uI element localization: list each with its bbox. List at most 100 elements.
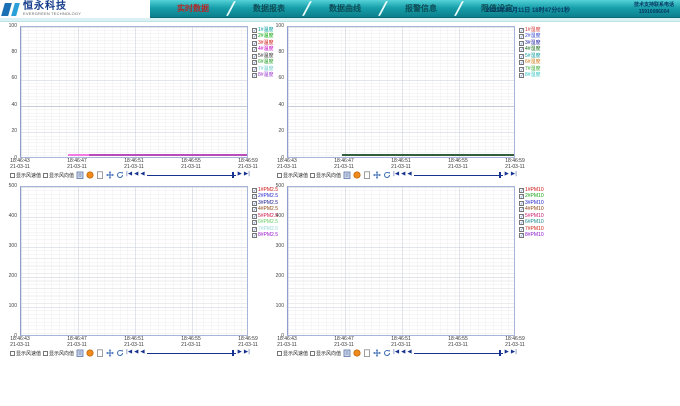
move-icon[interactable] [373, 171, 381, 179]
refresh-icon[interactable] [383, 171, 391, 179]
timeline-slider[interactable] [414, 172, 503, 178]
legend-checkbox[interactable]: ✓ [519, 227, 524, 232]
clipboard-icon[interactable] [76, 171, 84, 179]
fast-back-button[interactable]: ◀ [134, 350, 138, 356]
plot-area-pm25[interactable] [20, 186, 248, 336]
legend-item[interactable]: ✓2#PM10 [519, 194, 565, 200]
plot-area-pm10[interactable] [287, 186, 515, 336]
step-forward-button[interactable]: ▶ [505, 172, 509, 178]
checkbox-box[interactable] [310, 351, 315, 356]
legend-checkbox[interactable]: ✓ [252, 28, 257, 33]
legend-checkbox[interactable]: ✓ [519, 73, 524, 78]
record-icon[interactable] [353, 171, 361, 179]
legend-checkbox[interactable]: ✓ [252, 194, 257, 199]
page-icon[interactable] [96, 349, 104, 357]
record-icon[interactable] [86, 349, 94, 357]
move-icon[interactable] [373, 349, 381, 357]
fast-back-button[interactable]: ◀ [401, 172, 405, 178]
page-icon[interactable] [96, 171, 104, 179]
refresh-icon[interactable] [116, 349, 124, 357]
checkbox-box[interactable] [10, 351, 15, 356]
legend-checkbox[interactable]: ✓ [519, 201, 524, 206]
legend-checkbox[interactable]: ✓ [519, 188, 524, 193]
legend-checkbox[interactable]: ✓ [519, 54, 524, 59]
step-forward-button[interactable]: ▶ [505, 350, 509, 356]
clipboard-icon[interactable] [343, 171, 351, 179]
refresh-icon[interactable] [116, 171, 124, 179]
legend-checkbox[interactable]: ✓ [252, 47, 257, 52]
legend-item[interactable]: ✓2#湿度 [519, 34, 565, 40]
wind-speed-checkbox[interactable]: 显示风速值 [10, 172, 41, 179]
skip-end-button[interactable]: ▶| [511, 172, 517, 178]
legend-checkbox[interactable]: ✓ [519, 60, 524, 65]
legend-item[interactable]: ✓8#湿度 [519, 73, 565, 79]
wind-direction-checkbox[interactable]: 显示风向值 [43, 172, 74, 179]
legend-checkbox[interactable]: ✓ [252, 60, 257, 65]
fast-back-button[interactable]: ◀ [134, 172, 138, 178]
checkbox-box[interactable] [43, 351, 48, 356]
skip-start-button[interactable]: |◀ [393, 350, 399, 356]
legend-item[interactable]: ✓8#PM10 [519, 233, 565, 239]
tab-data-curve[interactable]: 数据曲线 [310, 0, 380, 17]
legend-item[interactable]: ✓6#湿度 [519, 60, 565, 66]
clipboard-icon[interactable] [76, 349, 84, 357]
move-icon[interactable] [106, 349, 114, 357]
fast-back-button[interactable]: ◀ [401, 350, 405, 356]
refresh-icon[interactable] [383, 349, 391, 357]
wind-direction-checkbox[interactable]: 显示风向值 [310, 172, 341, 179]
legend-checkbox[interactable]: ✓ [519, 28, 524, 33]
skip-end-button[interactable]: ▶| [244, 350, 250, 356]
step-forward-button[interactable]: ▶ [238, 350, 242, 356]
page-icon[interactable] [363, 349, 371, 357]
wind-speed-checkbox[interactable]: 显示风速值 [277, 350, 308, 357]
slider-handle[interactable] [232, 172, 234, 178]
legend-checkbox[interactable]: ✓ [252, 233, 257, 238]
page-icon[interactable] [363, 171, 371, 179]
legend-checkbox[interactable]: ✓ [252, 41, 257, 46]
checkbox-box[interactable] [277, 351, 282, 356]
legend-checkbox[interactable]: ✓ [519, 233, 524, 238]
wind-direction-checkbox[interactable]: 显示风向值 [43, 350, 74, 357]
checkbox-box[interactable] [310, 173, 315, 178]
legend-checkbox[interactable]: ✓ [252, 54, 257, 59]
legend-checkbox[interactable]: ✓ [519, 41, 524, 46]
legend-item[interactable]: ✓6#PM10 [519, 220, 565, 226]
slider-handle[interactable] [232, 350, 234, 356]
plot-area-humidity[interactable] [287, 26, 515, 158]
wind-speed-checkbox[interactable]: 显示风速值 [10, 350, 41, 357]
legend-checkbox[interactable]: ✓ [519, 34, 524, 39]
step-back-button[interactable]: ◀ [140, 172, 144, 178]
skip-start-button[interactable]: |◀ [126, 350, 132, 356]
legend-checkbox[interactable]: ✓ [519, 214, 524, 219]
legend-checkbox[interactable]: ✓ [519, 220, 524, 225]
wind-speed-checkbox[interactable]: 显示风速值 [277, 172, 308, 179]
legend-checkbox[interactable]: ✓ [252, 227, 257, 232]
timeline-slider[interactable] [147, 172, 236, 178]
legend-checkbox[interactable]: ✓ [252, 220, 257, 225]
slider-handle[interactable] [499, 172, 501, 178]
checkbox-box[interactable] [10, 173, 15, 178]
step-forward-button[interactable]: ▶ [238, 172, 242, 178]
skip-end-button[interactable]: ▶| [511, 350, 517, 356]
skip-end-button[interactable]: ▶| [244, 172, 250, 178]
step-back-button[interactable]: ◀ [407, 172, 411, 178]
checkbox-box[interactable] [277, 173, 282, 178]
skip-start-button[interactable]: |◀ [393, 172, 399, 178]
legend-checkbox[interactable]: ✓ [519, 207, 524, 212]
legend-checkbox[interactable]: ✓ [252, 34, 257, 39]
checkbox-box[interactable] [43, 173, 48, 178]
move-icon[interactable] [106, 171, 114, 179]
step-back-button[interactable]: ◀ [407, 350, 411, 356]
legend-checkbox[interactable]: ✓ [519, 47, 524, 52]
legend-checkbox[interactable]: ✓ [252, 188, 257, 193]
timeline-slider[interactable] [414, 350, 503, 356]
tab-data-report[interactable]: 数据报表 [234, 0, 304, 17]
legend-checkbox[interactable]: ✓ [519, 194, 524, 199]
slider-handle[interactable] [499, 350, 501, 356]
legend-checkbox[interactable]: ✓ [252, 201, 257, 206]
legend-item[interactable]: ✓4#PM10 [519, 207, 565, 213]
record-icon[interactable] [353, 349, 361, 357]
tab-realtime-data[interactable]: 实时数据 [158, 0, 228, 17]
wind-direction-checkbox[interactable]: 显示风向值 [310, 350, 341, 357]
timeline-slider[interactable] [147, 350, 236, 356]
